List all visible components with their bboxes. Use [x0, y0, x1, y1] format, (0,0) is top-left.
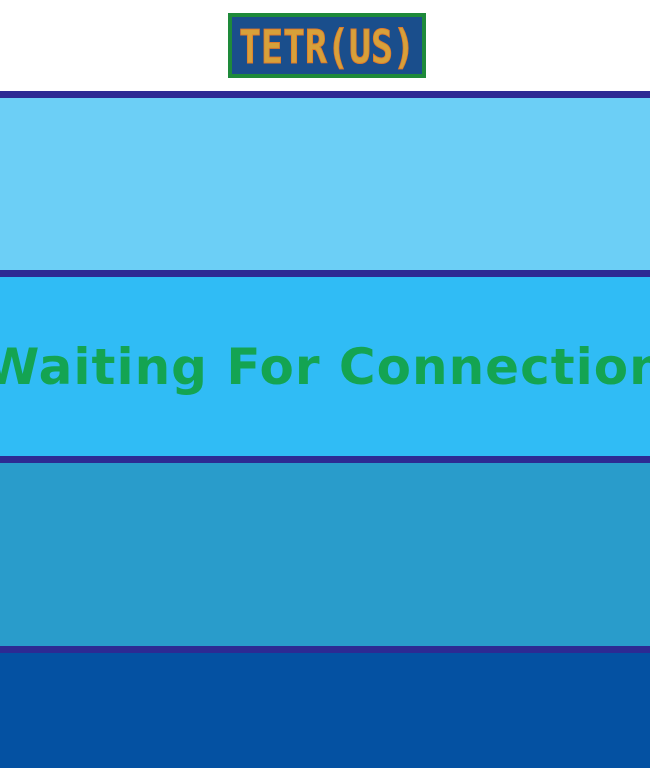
band-3 [0, 463, 650, 646]
game-screen: TETR(US) Waiting For Connection [0, 0, 650, 768]
band-1 [0, 98, 650, 270]
divider-3 [0, 456, 650, 463]
header: TETR(US) [0, 0, 650, 91]
logo-graphic: TETR(US) [228, 13, 426, 78]
divider-2 [0, 270, 650, 277]
tetrus-logo: TETR(US) [228, 13, 426, 78]
band-4 [0, 653, 650, 768]
waiting-for-connection-text: Waiting For Connection [0, 338, 650, 396]
divider-4 [0, 646, 650, 653]
logo-text: TETR(US) [239, 20, 415, 74]
status-band: Waiting For Connection [0, 277, 650, 456]
divider-1 [0, 91, 650, 98]
